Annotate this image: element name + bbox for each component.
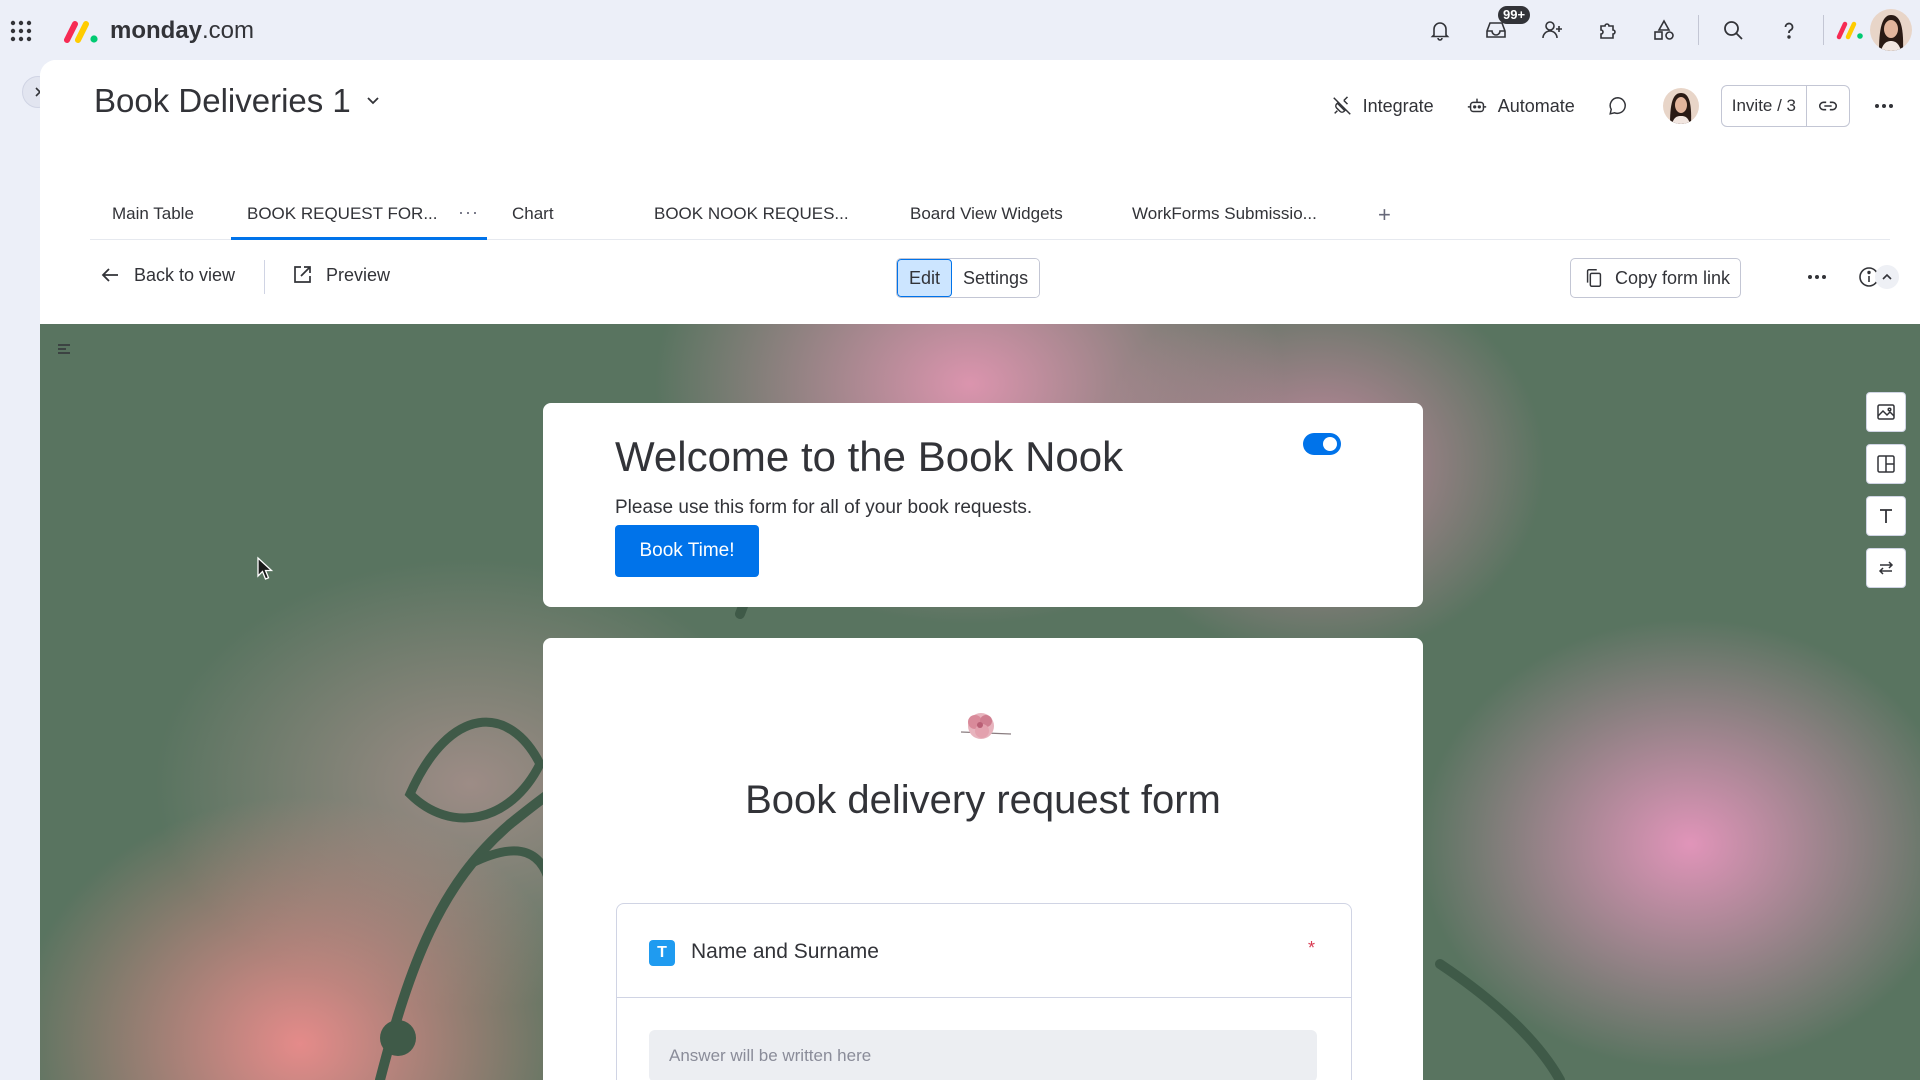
alignment-tool[interactable] <box>1866 548 1906 588</box>
notifications-bell-icon[interactable] <box>1412 0 1468 60</box>
chat-bubble-icon <box>1608 97 1626 115</box>
form-toolbar: Back to view Preview Edit Settings Copy … <box>40 242 1920 322</box>
product-switcher-icon[interactable] <box>1830 0 1870 60</box>
text-question-type-icon: T <box>649 940 675 966</box>
copy-icon <box>1586 269 1602 287</box>
copy-board-link-button[interactable] <box>1807 86 1849 126</box>
board-panel: Book Deliveries 1 Integrate Automate Inv… <box>40 60 1920 1080</box>
question-header: T Name and Surname * <box>617 904 1351 998</box>
form-more-icon[interactable] <box>1804 264 1830 290</box>
inbox-icon[interactable]: 99+ <box>1468 0 1531 60</box>
templates-center-icon[interactable] <box>1636 0 1692 60</box>
invite-members-icon[interactable] <box>1524 0 1580 60</box>
welcome-title[interactable]: Welcome to the Book Nook <box>615 433 1123 481</box>
board-title-text: Book Deliveries 1 <box>94 82 351 119</box>
board-more-icon[interactable] <box>1868 94 1900 118</box>
canvas-side-tools <box>1866 392 1906 600</box>
topbar-divider <box>1698 15 1699 45</box>
board-title[interactable]: Book Deliveries 1 <box>94 82 383 120</box>
topbar-divider-2 <box>1823 15 1824 45</box>
external-link-icon <box>294 266 311 283</box>
toggle-panel-icon[interactable] <box>56 342 72 356</box>
tab-book-request-form[interactable]: BOOK REQUEST FOR... <box>231 204 487 240</box>
tab-options-icon[interactable]: ··· <box>458 202 479 223</box>
chevron-down-icon <box>367 97 379 105</box>
invite-button[interactable]: Invite / 3 <box>1722 86 1807 126</box>
toolbar-divider <box>264 260 265 294</box>
link-icon <box>1818 101 1838 111</box>
settings-button[interactable]: Settings <box>952 259 1040 297</box>
tab-book-nook-requests[interactable]: BOOK NOOK REQUES... <box>654 204 849 240</box>
required-asterisk: * <box>1308 938 1316 958</box>
tab-main-table[interactable]: Main Table <box>112 204 194 240</box>
form-canvas: Welcome to the Book Nook Please use this… <box>40 324 1920 1080</box>
invite-group: Invite / 3 <box>1720 85 1850 127</box>
swap-icon <box>1878 561 1894 575</box>
text-icon <box>1880 509 1892 523</box>
layout-icon <box>1877 455 1895 473</box>
view-tabs: Main Table BOOK REQUEST FOR... ··· Chart… <box>90 146 1890 240</box>
top-bar: monday.com 99+ <box>0 0 1920 60</box>
brand-logo-link[interactable]: monday.com <box>64 14 254 48</box>
back-to-view-button[interactable]: Back to view <box>98 258 235 292</box>
welcome-subtitle[interactable]: Please use this form for all of your boo… <box>615 497 1032 519</box>
board-header: Book Deliveries 1 Integrate Automate Inv… <box>40 60 1920 260</box>
apps-grid-icon[interactable] <box>6 16 36 46</box>
left-rail <box>0 60 40 1080</box>
copy-form-link-button[interactable]: Copy form link <box>1570 258 1742 298</box>
arrow-left-icon <box>101 268 118 282</box>
integrate-icon <box>1332 96 1351 115</box>
image-icon <box>1877 404 1895 420</box>
robot-icon <box>1467 98 1486 113</box>
apps-marketplace-icon[interactable] <box>1580 0 1636 60</box>
help-icon[interactable] <box>1761 0 1817 60</box>
user-avatar[interactable] <box>1870 9 1912 51</box>
welcome-screen-toggle[interactable] <box>1303 433 1341 455</box>
integrate-button[interactable]: Integrate <box>1331 95 1434 117</box>
mouse-cursor-icon <box>257 556 274 580</box>
form-card: Book delivery request form T Name and Su… <box>543 638 1423 1080</box>
monday-logo-icon <box>64 21 98 43</box>
edit-settings-toggle: Edit Settings <box>896 258 1041 298</box>
preview-button[interactable]: Preview <box>290 258 390 292</box>
question-label[interactable]: Name and Surname <box>691 940 879 964</box>
automate-button[interactable]: Automate <box>1466 95 1575 117</box>
toggle-knob <box>1323 437 1337 451</box>
layout-tool[interactable] <box>1866 444 1906 484</box>
updates-button[interactable] <box>1607 95 1629 117</box>
tab-chart[interactable]: Chart <box>512 204 554 240</box>
book-time-button[interactable]: Book Time! <box>615 525 759 577</box>
add-view-button[interactable]: + <box>1378 202 1391 228</box>
tab-workforms-submissions[interactable]: WorkForms Submissio... <box>1132 204 1317 240</box>
form-title[interactable]: Book delivery request form <box>543 778 1423 823</box>
brand-name: monday.com <box>110 17 255 44</box>
edit-button[interactable]: Edit <box>897 259 953 297</box>
welcome-card[interactable]: Welcome to the Book Nook Please use this… <box>543 403 1423 607</box>
text-style-tool[interactable] <box>1866 496 1906 536</box>
background-image-tool[interactable] <box>1866 392 1906 432</box>
search-icon[interactable] <box>1705 0 1761 60</box>
collapse-header-icon[interactable] <box>1874 264 1900 290</box>
answer-input[interactable] <box>649 1030 1317 1080</box>
flower-logo-icon[interactable] <box>951 702 1017 750</box>
tab-board-view-widgets[interactable]: Board View Widgets <box>910 204 1063 240</box>
question-name-surname[interactable]: T Name and Surname * <box>616 903 1352 1080</box>
board-member-avatar[interactable] <box>1662 88 1699 124</box>
